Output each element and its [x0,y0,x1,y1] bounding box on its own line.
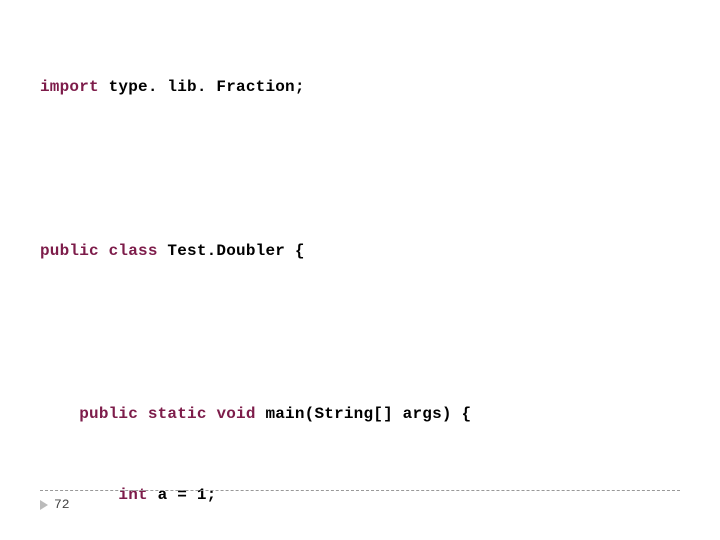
code-line: public class Test.Doubler { [40,238,680,265]
slide: import type. lib. Fraction; public class… [0,0,720,540]
page-number: 72 [54,497,70,512]
blank-line [40,156,680,183]
code-text: type. lib. Fraction; [99,78,305,96]
slide-footer: 72 [40,490,680,512]
blank-line [40,319,680,346]
page-indicator: 72 [40,497,680,512]
code-text: main(String[] args) { [256,405,472,423]
code-line: import type. lib. Fraction; [40,74,680,101]
code-text: Test.Doubler { [158,242,305,260]
indent [40,405,79,423]
triangle-icon [40,500,48,510]
keyword: public static void [79,405,255,423]
code-block: import type. lib. Fraction; public class… [40,20,680,540]
footer-divider [40,490,680,491]
code-line: public static void main(String[] args) { [40,401,680,428]
keyword: public class [40,242,158,260]
keyword: import [40,78,99,96]
